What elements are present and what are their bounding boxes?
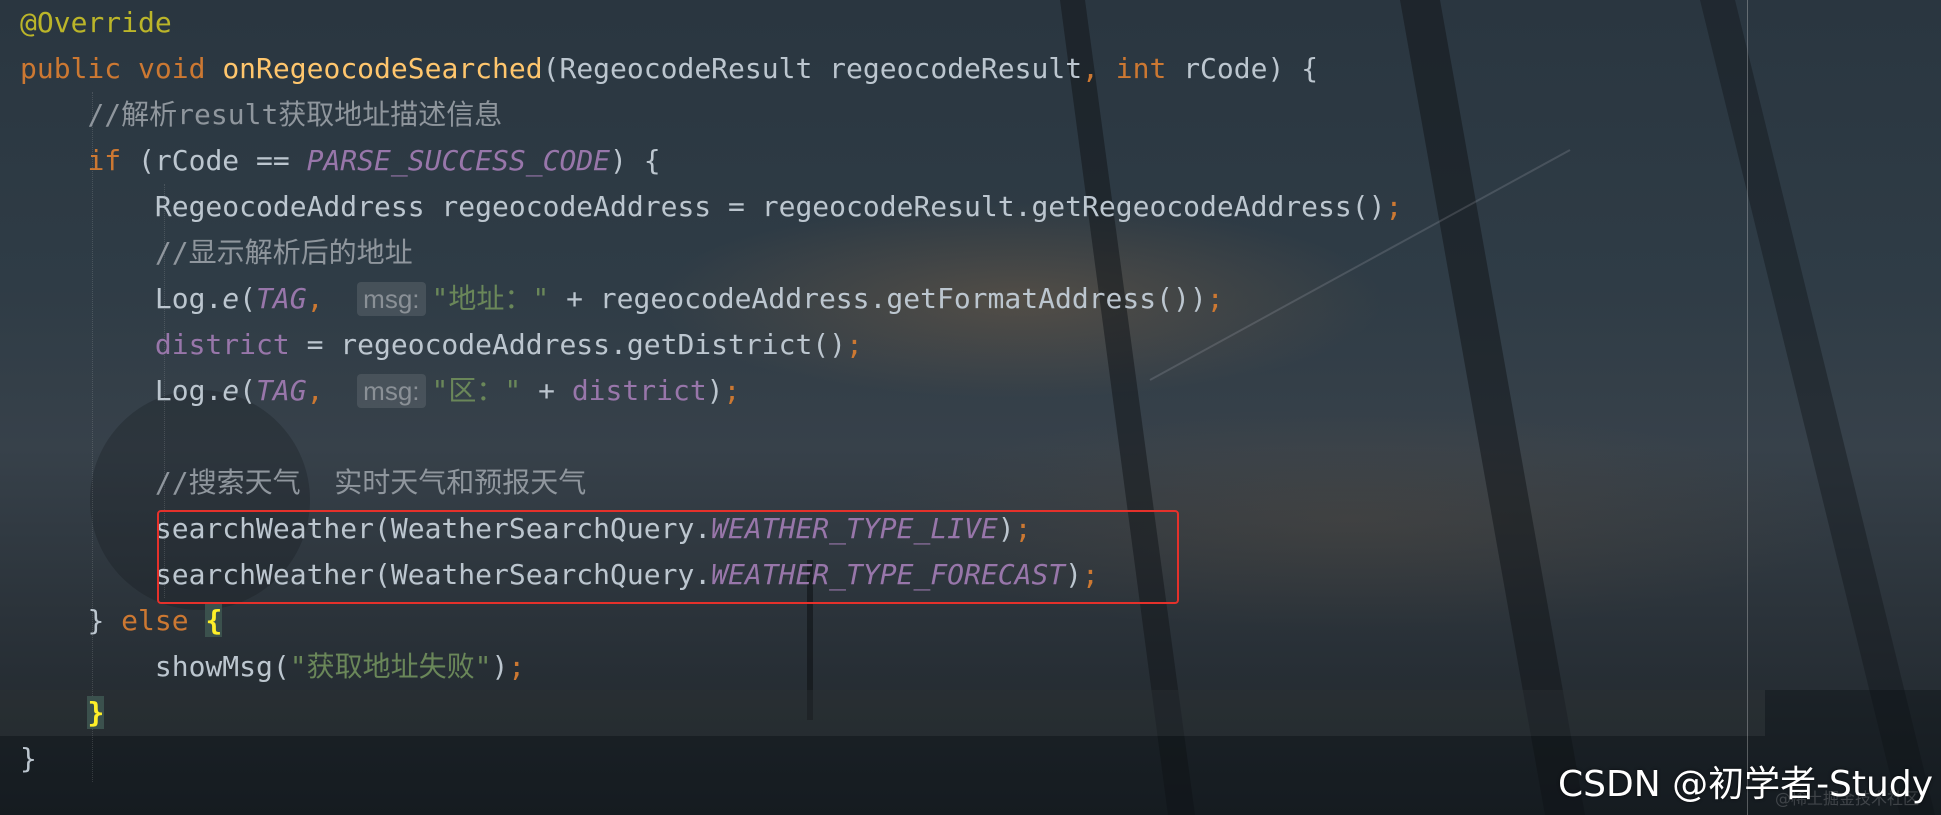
- parameter-hint: msg:: [357, 282, 426, 316]
- code-line[interactable]: Log.e(TAG, msg: "区：" + district);: [20, 368, 1920, 414]
- condition-close: ) {: [610, 144, 661, 177]
- field: district: [154, 328, 290, 361]
- code-line-empty[interactable]: [20, 414, 1920, 460]
- punctuation: ,: [306, 282, 324, 315]
- comment: //搜索天气 实时天气和预报天气: [154, 466, 587, 499]
- brace: }: [20, 742, 37, 775]
- constant: PARSE_SUCCESS_CODE: [306, 144, 611, 177]
- constant: TAG: [256, 374, 307, 407]
- comment: //显示解析后的地址: [154, 236, 413, 269]
- paren: (: [239, 282, 257, 315]
- keyword: public: [20, 52, 122, 85]
- code-line[interactable]: public void onRegeocodeSearched(Regeocod…: [20, 46, 1920, 92]
- statement: RegeocodeAddress regeocodeAddress = rege…: [154, 190, 1386, 223]
- expression: + regeocodeAddress.getFormatAddress()): [549, 282, 1207, 315]
- string-literal: "地址：": [431, 282, 550, 315]
- keyword: int: [1115, 52, 1167, 85]
- field: district: [571, 374, 707, 407]
- class-ref: Log.: [154, 282, 223, 315]
- code-line[interactable]: @Override: [20, 0, 1920, 46]
- string-literal: "获取地址失败": [289, 650, 492, 683]
- code-editor[interactable]: @Override public void onRegeocodeSearche…: [0, 0, 1941, 815]
- code-line[interactable]: RegeocodeAddress regeocodeAddress = rege…: [20, 184, 1920, 230]
- keyword: else: [121, 604, 189, 637]
- semicolon: ;: [846, 328, 863, 361]
- brace: }: [87, 604, 122, 637]
- parameters: rCode) {: [1183, 52, 1319, 85]
- semicolon: ;: [723, 374, 741, 407]
- highlight-box: [157, 510, 1179, 604]
- static-method: e: [222, 282, 240, 315]
- comment: //解析result获取地址描述信息: [87, 98, 503, 131]
- semicolon: ;: [1206, 282, 1224, 315]
- matched-brace: }: [87, 696, 105, 729]
- parameter-hint: msg:: [357, 374, 426, 408]
- code-line[interactable]: district = regeocodeAddress.getDistrict(…: [20, 322, 1920, 368]
- static-method: e: [222, 374, 240, 407]
- method-name: onRegeocodeSearched: [222, 52, 543, 85]
- constant: TAG: [256, 282, 307, 315]
- method-call: showMsg(: [154, 650, 290, 683]
- parameters: (RegeocodeResult regeocodeResult: [542, 52, 1083, 85]
- paren: ): [491, 650, 509, 683]
- code-line[interactable]: //解析result获取地址描述信息: [20, 92, 1920, 138]
- code-area[interactable]: @Override public void onRegeocodeSearche…: [0, 0, 1920, 782]
- code-line-current[interactable]: }: [0, 690, 1765, 736]
- code-line[interactable]: //搜索天气 实时天气和预报天气: [20, 460, 1920, 506]
- keyword: if: [87, 144, 122, 177]
- expression: = regeocodeAddress.getDistrict(): [289, 328, 847, 361]
- code-line[interactable]: if (rCode == PARSE_SUCCESS_CODE) {: [20, 138, 1920, 184]
- semicolon: ;: [1385, 190, 1403, 223]
- paren: ): [706, 374, 724, 407]
- punctuation: ,: [1082, 52, 1099, 85]
- string-literal: "区：": [431, 374, 522, 407]
- punctuation: ,: [306, 374, 324, 407]
- annotation: @Override: [20, 6, 172, 39]
- paren: (: [239, 374, 257, 407]
- code-line[interactable]: showMsg("获取地址失败");: [20, 644, 1920, 690]
- csdn-watermark: CSDN @初学者-Study: [1557, 764, 1933, 805]
- condition: (rCode ==: [138, 144, 307, 177]
- code-line[interactable]: //显示解析后的地址: [20, 230, 1920, 276]
- semicolon: ;: [508, 650, 526, 683]
- matched-brace: {: [205, 604, 223, 637]
- class-ref: Log.: [154, 374, 223, 407]
- operator: +: [521, 374, 572, 407]
- code-line[interactable]: Log.e(TAG, msg: "地址：" + regeocodeAddress.…: [20, 276, 1920, 322]
- code-line[interactable]: } else {: [20, 598, 1920, 644]
- keyword: void: [138, 52, 206, 85]
